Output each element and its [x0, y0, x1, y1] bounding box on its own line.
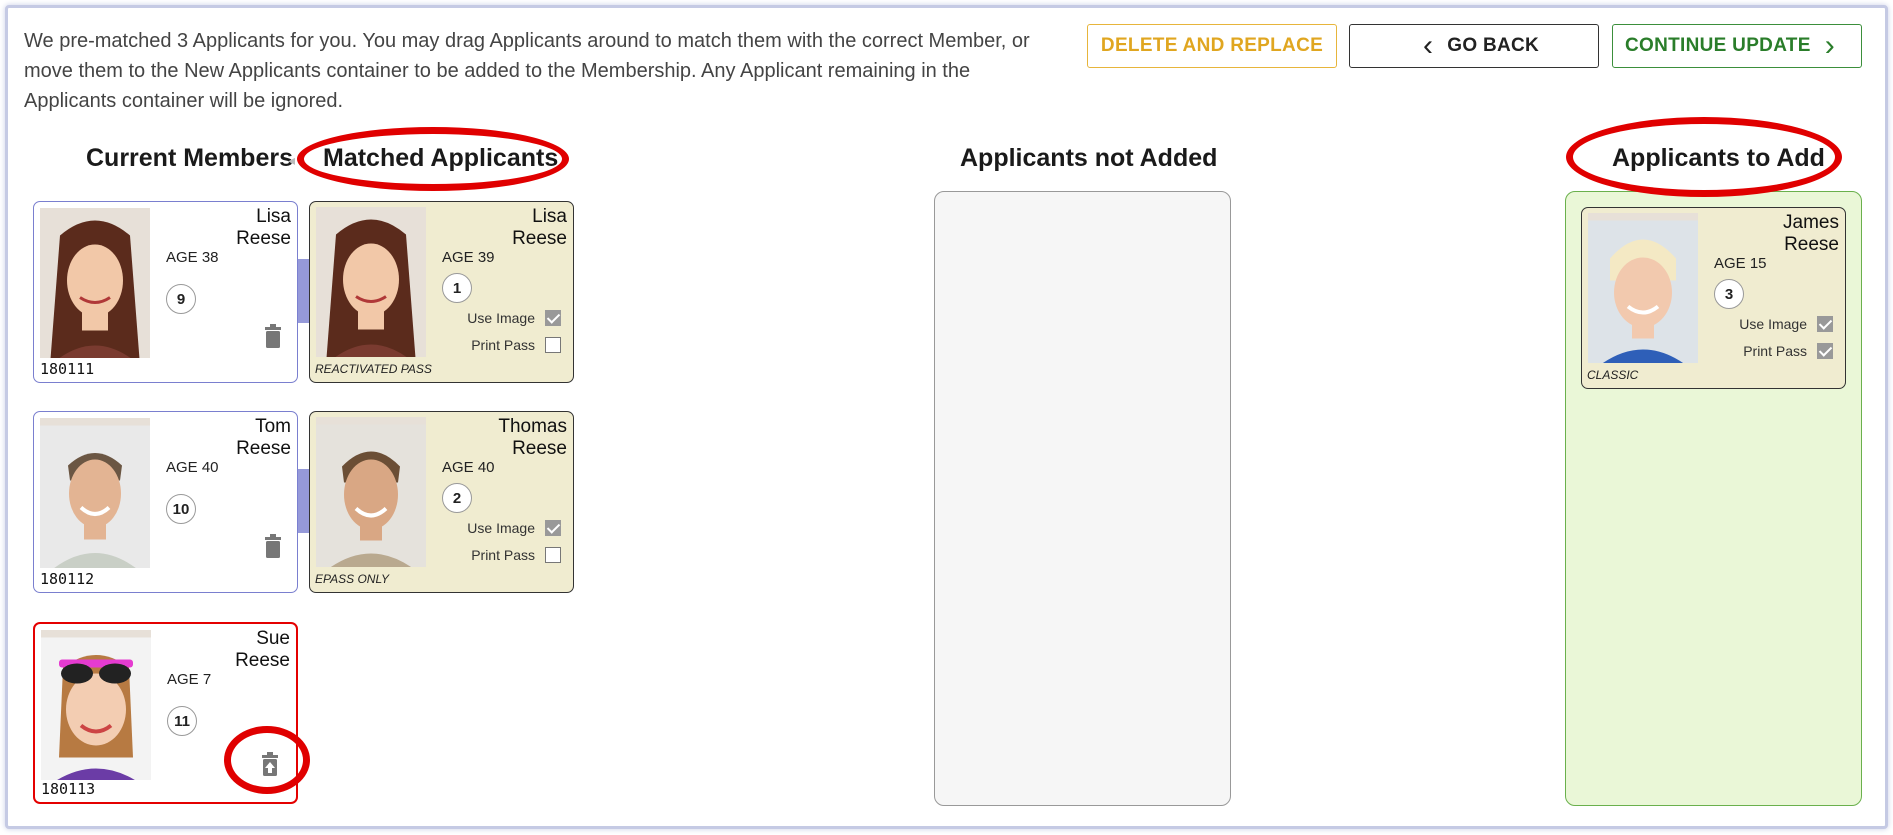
applicant-age: AGE 40: [442, 459, 495, 476]
chevron-right-icon: ›: [1824, 29, 1835, 62]
member-card[interactable]: Tom Reese AGE 40 10 180112: [33, 411, 298, 593]
current-members-heading: Current Members: [86, 144, 293, 172]
print-pass-option: Print Pass: [471, 547, 561, 563]
member-number-badge: 11: [167, 706, 197, 736]
trash-icon[interactable]: [263, 534, 283, 558]
member-card[interactable]: Lisa Reese AGE 38 9 180111: [33, 201, 298, 383]
member-photo: [41, 630, 151, 780]
member-age: AGE 7: [167, 671, 212, 688]
applicant-number-badge: 2: [442, 483, 472, 513]
member-id: 180112: [40, 570, 95, 588]
applicant-name: Thomas Reese: [498, 416, 567, 459]
member-photo: [40, 418, 150, 568]
highlight-ring-restore-icon: [224, 726, 310, 794]
applicant-name: Lisa Reese: [512, 206, 567, 249]
member-number-badge: 10: [166, 494, 196, 524]
print-pass-option: Print Pass: [1743, 343, 1833, 359]
applicant-number-badge: 3: [1714, 279, 1744, 309]
print-pass-label: Print Pass: [1743, 343, 1807, 359]
member-name: Tom Reese: [236, 416, 291, 459]
pass-type: EPASS ONLY: [315, 572, 390, 586]
applicant-card[interactable]: Thomas Reese AGE 40 2 Use Image Print Pas…: [309, 411, 574, 593]
applicant-age: AGE 39: [442, 249, 495, 266]
applicant-card[interactable]: James Reese AGE 15 3 Use Image Print Pass…: [1581, 207, 1846, 389]
match-connector: [297, 469, 309, 533]
member-id: 180113: [41, 780, 96, 798]
member-age: AGE 40: [166, 459, 219, 476]
pass-type: CLASSIC: [1587, 368, 1639, 382]
use-image-checkbox[interactable]: [545, 310, 561, 326]
use-image-option: Use Image: [467, 520, 561, 536]
use-image-checkbox[interactable]: [1817, 316, 1833, 332]
highlight-ring-matched-applicants: [297, 127, 569, 191]
member-id: 180111: [40, 360, 95, 378]
chevron-left-icon: ‹: [1422, 29, 1434, 62]
instructions-text: We pre-matched 3 Applicants for you. You…: [24, 30, 1030, 112]
delete-and-replace-button[interactable]: DELETE AND REPLACE: [1087, 24, 1337, 68]
match-connector: [297, 259, 309, 323]
print-pass-checkbox[interactable]: [545, 337, 561, 353]
member-name: Sue Reese: [235, 628, 290, 671]
use-image-label: Use Image: [467, 520, 535, 536]
use-image-option: Use Image: [1739, 316, 1833, 332]
print-pass-label: Print Pass: [471, 547, 535, 563]
member-photo: [40, 208, 150, 358]
member-age: AGE 38: [166, 249, 219, 266]
use-image-label: Use Image: [1739, 316, 1807, 332]
applicant-photo: [316, 417, 426, 567]
applicant-card[interactable]: Lisa Reese AGE 39 1 Use Image Print Pass …: [309, 201, 574, 383]
applicant-age: AGE 15: [1714, 255, 1767, 272]
applicant-number-badge: 1: [442, 273, 472, 303]
member-number-badge: 9: [166, 284, 196, 314]
print-pass-checkbox[interactable]: [1817, 343, 1833, 359]
go-back-button[interactable]: ‹ GO BACK: [1349, 24, 1599, 68]
delete-and-replace-label: DELETE AND REPLACE: [1100, 35, 1324, 56]
continue-update-label: CONTINUE UPDATE: [1624, 35, 1811, 56]
applicant-name: James Reese: [1783, 212, 1839, 255]
use-image-option: Use Image: [467, 310, 561, 326]
print-pass-option: Print Pass: [471, 337, 561, 353]
continue-update-button[interactable]: CONTINUE UPDATE ›: [1612, 24, 1862, 68]
trash-icon[interactable]: [263, 324, 283, 348]
drag-arrow-icon: ◂: [288, 152, 296, 168]
applicants-to-add-container[interactable]: James Reese AGE 15 3 Use Image Print Pass…: [1565, 191, 1862, 806]
applicant-photo: [316, 207, 426, 357]
go-back-label: GO BACK: [1447, 35, 1540, 56]
print-pass-checkbox[interactable]: [545, 547, 561, 563]
use-image-label: Use Image: [467, 310, 535, 326]
applicants-not-added-container[interactable]: [934, 191, 1231, 806]
use-image-checkbox[interactable]: [545, 520, 561, 536]
applicants-not-added-heading: Applicants not Added: [960, 144, 1218, 172]
member-name: Lisa Reese: [236, 206, 291, 249]
highlight-ring-applicants-to-add: [1566, 117, 1842, 197]
applicant-photo: [1588, 213, 1698, 363]
pass-type: REACTIVATED PASS: [315, 362, 432, 376]
print-pass-label: Print Pass: [471, 337, 535, 353]
